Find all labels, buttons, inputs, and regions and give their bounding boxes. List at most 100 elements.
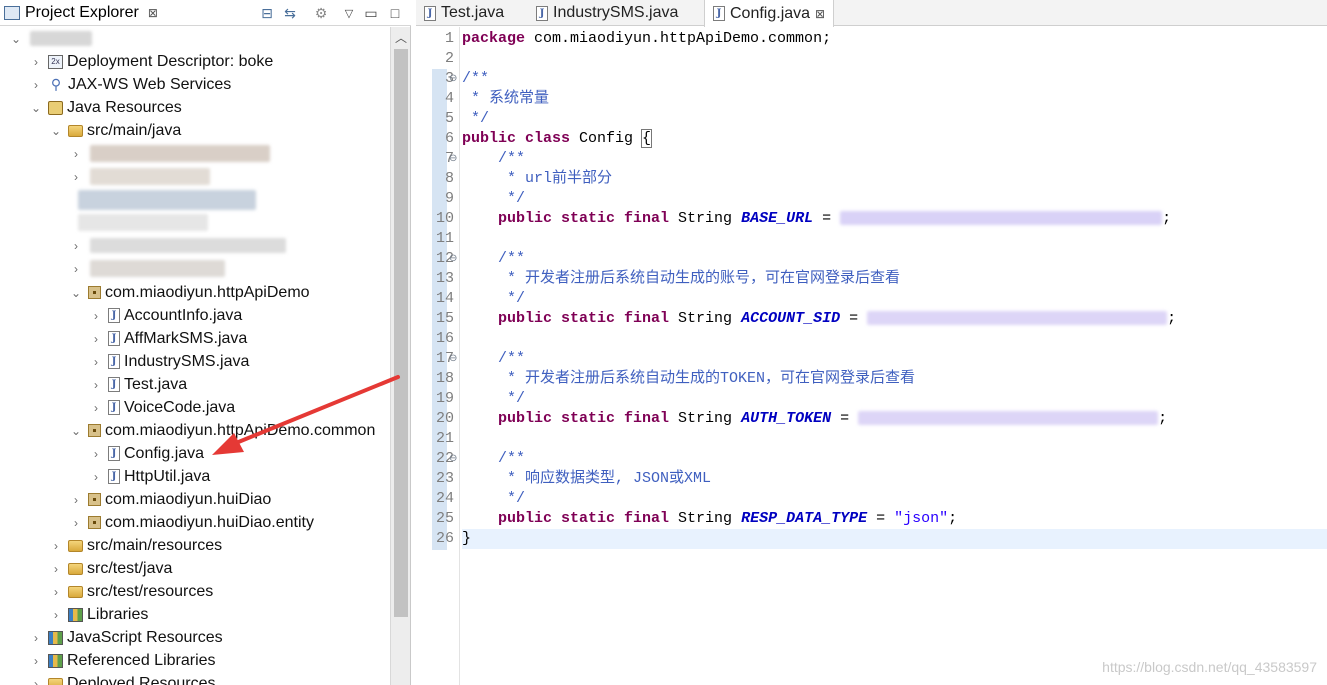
maximize-icon[interactable]: □ xyxy=(384,2,406,24)
java-file-icon: J xyxy=(424,5,436,21)
tree-item-src-main-java[interactable]: ⌄ src/main/java xyxy=(50,119,390,142)
fold-minus-icon[interactable]: ⊖ xyxy=(449,349,457,369)
code-line-9: */ xyxy=(462,190,526,207)
scrollbar-thumb[interactable] xyxy=(394,49,408,617)
line-number: 11 xyxy=(436,230,455,247)
tree-item-package-httpapidemo[interactable]: ⌄ com.miaodiyun.httpApiDemo xyxy=(70,281,390,304)
tree-item-test[interactable]: › J Test.java xyxy=(90,373,390,396)
code-line-7: /** xyxy=(462,150,526,167)
chevron-right-icon[interactable]: › xyxy=(90,309,102,323)
line-number: 13 xyxy=(436,270,455,287)
source-folder-icon xyxy=(68,562,83,575)
chevron-right-icon[interactable]: › xyxy=(30,78,42,92)
tree-item-redacted[interactable]: › xyxy=(70,234,390,257)
minimize-icon[interactable]: ▭ xyxy=(360,2,382,24)
tree-item-deployment-descriptor[interactable]: › 2x Deployment Descriptor: boke xyxy=(30,50,390,73)
redacted-package xyxy=(90,260,225,277)
package-icon xyxy=(88,424,101,437)
chevron-right-icon[interactable]: › xyxy=(70,170,82,184)
chevron-right-icon[interactable]: › xyxy=(30,631,42,645)
tree-item-project-root[interactable]: ⌄ xyxy=(10,27,390,50)
redacted-value xyxy=(858,411,1159,426)
fold-minus-icon[interactable]: ⊖ xyxy=(449,149,457,169)
tree-item-package-huidiao-entity[interactable]: › com.miaodiyun.huiDiao.entity xyxy=(70,511,390,534)
code-area[interactable]: package com.miaodiyun.httpApiDemo.common… xyxy=(462,27,1327,685)
tree-item-redacted[interactable]: › xyxy=(70,257,390,280)
code-line-12: /** xyxy=(462,250,526,267)
tab-config-java[interactable]: J Config.java ⊠ xyxy=(704,0,835,27)
project-explorer-panel: Project Explorer ⊠ ⊟ ⇆ ⚙ ▽ ▭ □ ⌄ › 2x De… xyxy=(0,0,411,685)
chevron-down-icon[interactable]: ⌄ xyxy=(30,101,42,115)
code-line-14: */ xyxy=(462,290,526,307)
explorer-scrollbar[interactable]: ︿ xyxy=(390,27,410,685)
chevron-down-icon[interactable]: ⌄ xyxy=(70,424,82,438)
chevron-down-icon[interactable]: ⌄ xyxy=(50,124,62,138)
chevron-down-icon[interactable]: ⌄ xyxy=(70,286,82,300)
tree-item-redacted[interactable] xyxy=(70,211,390,234)
tree-item-accountinfo[interactable]: › J AccountInfo.java xyxy=(90,304,390,327)
package-icon xyxy=(88,286,101,299)
view-menu-icon[interactable]: ▽ xyxy=(338,2,360,24)
tab-industrysms-java[interactable]: J IndustrySMS.java xyxy=(528,0,686,26)
code-line-26: } xyxy=(462,529,1327,549)
libraries-icon xyxy=(68,607,83,622)
close-icon[interactable]: ⊠ xyxy=(815,7,825,21)
chevron-right-icon[interactable]: › xyxy=(70,262,82,276)
tree-item-src-test-java[interactable]: › src/test/java xyxy=(50,557,390,580)
code-line-20: public static final String AUTH_TOKEN = … xyxy=(498,410,1168,427)
tree-item-jaxws[interactable]: › ⚲ JAX-WS Web Services xyxy=(30,73,390,96)
tree-item-config[interactable]: › J Config.java xyxy=(90,442,390,465)
collapse-all-icon[interactable]: ⊟ xyxy=(256,2,278,24)
line-number: 14 xyxy=(436,290,455,307)
chevron-right-icon[interactable]: › xyxy=(90,378,102,392)
tree-item-redacted[interactable] xyxy=(70,188,390,211)
tree-item-redacted[interactable]: › xyxy=(70,142,390,165)
chevron-right-icon[interactable]: › xyxy=(70,239,82,253)
tree-item-package-huidiao[interactable]: › com.miaodiyun.huiDiao xyxy=(70,488,390,511)
chevron-right-icon[interactable]: › xyxy=(90,447,102,461)
chevron-right-icon[interactable]: › xyxy=(50,608,62,622)
tree-item-java-resources[interactable]: ⌄ Java Resources xyxy=(30,96,390,119)
chevron-right-icon[interactable]: › xyxy=(90,401,102,415)
chevron-right-icon[interactable]: › xyxy=(90,470,102,484)
chevron-right-icon[interactable]: › xyxy=(70,493,82,507)
chevron-right-icon[interactable]: › xyxy=(70,147,82,161)
tree-item-javascript-resources[interactable]: › JavaScript Resources xyxy=(30,626,390,649)
chevron-right-icon[interactable]: › xyxy=(50,585,62,599)
tree-item-libraries[interactable]: › Libraries xyxy=(50,603,390,626)
tree-item-affmarksms[interactable]: › J AffMarkSMS.java xyxy=(90,327,390,350)
chevron-right-icon[interactable]: › xyxy=(30,654,42,668)
tab-test-java[interactable]: J Test.java xyxy=(416,0,512,26)
line-number: 23 xyxy=(436,470,455,487)
chevron-right-icon[interactable]: › xyxy=(70,516,82,530)
tree-item-referenced-libraries[interactable]: › Referenced Libraries xyxy=(30,649,390,672)
java-file-icon: J xyxy=(108,308,120,323)
tree-item-voicecode[interactable]: › J VoiceCode.java xyxy=(90,396,390,419)
close-icon[interactable]: ⊠ xyxy=(148,6,158,20)
chevron-right-icon[interactable]: › xyxy=(30,55,42,69)
chevron-down-icon[interactable]: ⌄ xyxy=(10,32,22,46)
java-file-icon: J xyxy=(108,354,120,369)
line-number: 10 xyxy=(436,210,455,227)
tree-item-industrysms[interactable]: › J IndustrySMS.java xyxy=(90,350,390,373)
scroll-up-icon[interactable]: ︿ xyxy=(391,27,411,47)
chevron-right-icon[interactable]: › xyxy=(90,355,102,369)
fold-minus-icon[interactable]: ⊖ xyxy=(449,449,457,469)
chevron-right-icon[interactable]: › xyxy=(50,539,62,553)
chevron-right-icon[interactable]: › xyxy=(90,332,102,346)
chevron-right-icon[interactable]: › xyxy=(30,677,42,685)
tree-item-package-common[interactable]: ⌄ com.miaodiyun.httpApiDemo.common xyxy=(70,419,390,442)
fold-minus-icon[interactable]: ⊖ xyxy=(449,249,457,269)
tree-item-src-main-resources[interactable]: › src/main/resources xyxy=(50,534,390,557)
tree-item-deployed-resources[interactable]: › Deployed Resources xyxy=(30,672,390,685)
tree-item-httputil[interactable]: › J HttpUtil.java xyxy=(90,465,390,488)
tree-item-redacted[interactable]: › xyxy=(70,165,390,188)
watermark: https://blog.csdn.net/qq_43583597 xyxy=(1102,659,1317,675)
fold-minus-icon[interactable]: ⊖ xyxy=(449,69,457,89)
filter-icon[interactable]: ⚙ xyxy=(310,2,332,24)
line-number: 6 xyxy=(444,130,454,147)
chevron-right-icon[interactable]: › xyxy=(50,562,62,576)
tree-item-src-test-resources[interactable]: › src/test/resources xyxy=(50,580,390,603)
tab-project-explorer[interactable]: Project Explorer ⊠ xyxy=(0,0,170,26)
link-with-editor-icon[interactable]: ⇆ xyxy=(279,2,301,24)
